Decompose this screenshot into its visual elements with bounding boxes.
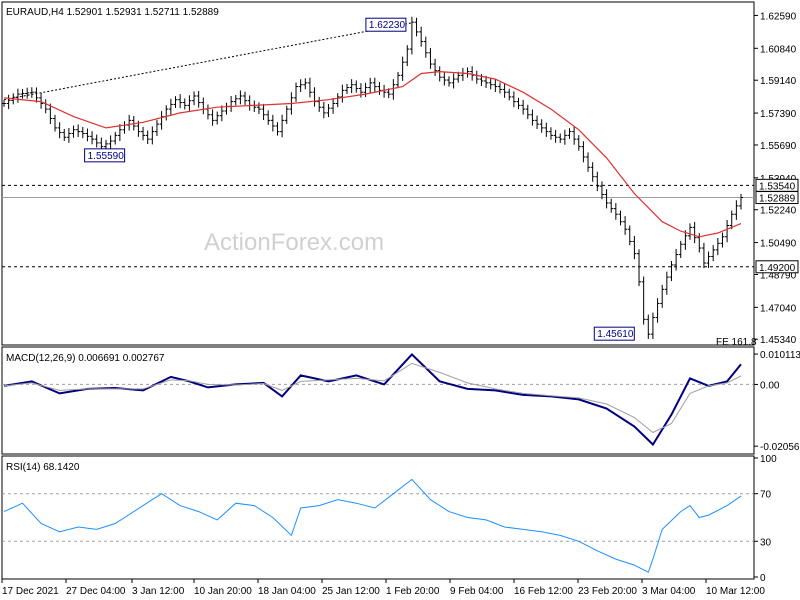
level-axis-label: 1.49200: [755, 260, 799, 274]
x-tick-label: 3 Jan 12:00: [132, 586, 185, 597]
level-axis-label: 1.52889: [755, 191, 799, 205]
x-tick-label: 1 Feb 20:00: [386, 586, 440, 597]
price-y-tick-label: 1.50490: [760, 239, 797, 250]
price-y-tick-label: 1.62590: [760, 11, 797, 22]
price-y-tick-label: 1.57390: [760, 109, 797, 120]
x-tick-label: 18 Jan 04:00: [258, 586, 316, 597]
euraud-chart: ActionForex.com EURAUD,H4 1.52901 1.5293…: [0, 0, 800, 600]
x-tick-label: 9 Feb 04:00: [450, 586, 504, 597]
price-annotation: 1.45610: [593, 326, 635, 341]
watermark: ActionForex.com: [204, 229, 384, 256]
x-tick-label: 25 Jan 12:00: [322, 586, 380, 597]
rsi-y-tick-label: 0: [760, 573, 766, 584]
x-tick-label: 10 Mar 12:00: [706, 586, 765, 597]
x-tick-label: 10 Jan 20:00: [194, 586, 252, 597]
rsi-y-tick-label: 70: [760, 490, 772, 501]
price-annotation: 1.55590: [84, 148, 126, 163]
rsi-y-tick-label: 100: [760, 454, 777, 465]
fe-corner-label: FE 161.8: [716, 337, 757, 348]
price-y-tick-label: 1.47040: [760, 303, 797, 314]
price-annotation-label: 1.45610: [597, 329, 634, 340]
level-axis-label: 1.53540: [755, 178, 799, 192]
price-y-tick-label: 1.52240: [760, 206, 797, 217]
x-tick-label: 16 Feb 12:00: [514, 586, 573, 597]
x-tick-label: 27 Dec 04:00: [66, 586, 126, 597]
level-axis-text: 1.52889: [759, 194, 796, 205]
rsi-y-tick-label: 30: [760, 537, 772, 548]
level-axis-text: 1.49200: [759, 263, 796, 274]
price-panel-title: EURAUD,H4 1.52901 1.52931 1.52711 1.5288…: [6, 7, 219, 18]
x-tick-label: 17 Dec 2021: [2, 586, 59, 597]
macd-panel-title: MACD(12,26,9) 0.006691 0.002767: [6, 353, 165, 364]
rsi-panel-title: RSI(14) 68.1420: [6, 462, 80, 473]
price-annotation-label: 1.55590: [88, 151, 125, 162]
price-y-tick-label: 1.45340: [760, 335, 797, 346]
macd-y-tick-label: 0.00: [760, 380, 780, 391]
price-annotation-label: 1.62230: [369, 20, 406, 31]
level-axis-text: 1.53540: [759, 181, 796, 192]
macd-y-tick-label: 0.010113: [760, 350, 800, 361]
macd-y-tick-label: -0.020561: [760, 442, 800, 453]
price-annotation: 1.62230: [365, 17, 407, 32]
x-tick-label: 3 Mar 04:00: [642, 586, 696, 597]
price-y-tick-label: 1.59140: [760, 76, 797, 87]
x-tick-label: 23 Feb 20:00: [578, 586, 637, 597]
price-y-tick-label: 1.60840: [760, 44, 797, 55]
price-y-tick-label: 1.55690: [760, 141, 797, 152]
